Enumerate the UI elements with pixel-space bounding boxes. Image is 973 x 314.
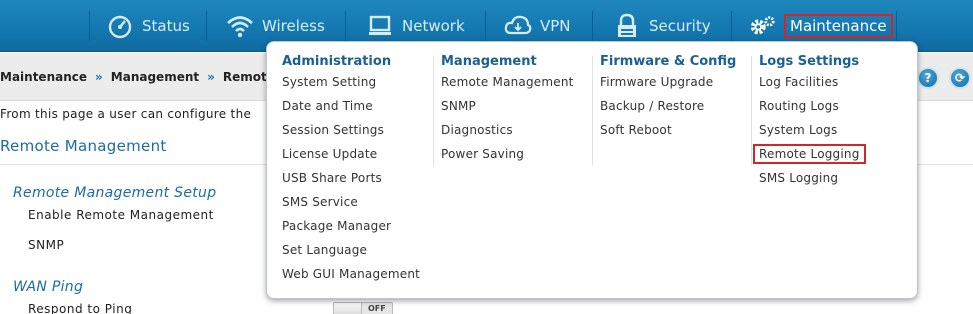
menu-heading: Administration bbox=[282, 54, 392, 69]
help-button[interactable]: ? bbox=[917, 67, 939, 89]
breadcrumb: Maintenance»Management»Remote Man bbox=[0, 70, 308, 84]
menu-item-firmware-upgrade[interactable]: Firmware Upgrade bbox=[600, 74, 736, 98]
nav-maintenance-label: Maintenance bbox=[784, 14, 893, 38]
menu-column-firmware-config: Firmware & Config Firmware Upgrade Backu… bbox=[600, 54, 736, 146]
menu-item-sms-service[interactable]: SMS Service bbox=[282, 194, 420, 218]
cloud-icon bbox=[504, 12, 532, 40]
page-description: From this page a user can configure the bbox=[0, 107, 252, 121]
menu-item-package-manager[interactable]: Package Manager bbox=[282, 218, 420, 242]
lock-icon bbox=[613, 12, 641, 40]
menu-column-divider bbox=[751, 56, 752, 166]
menu-item-soft-reboot[interactable]: Soft Reboot bbox=[600, 122, 736, 146]
menu-heading: Logs Settings bbox=[759, 54, 860, 69]
respond-to-ping-label: Respond to Ping bbox=[28, 302, 133, 314]
menu-heading: Management bbox=[441, 54, 537, 69]
setup-heading: Remote Management Setup bbox=[13, 185, 217, 201]
menu-item-diagnostics[interactable]: Diagnostics bbox=[441, 122, 574, 146]
menu-item-date-and-time[interactable]: Date and Time bbox=[282, 98, 420, 122]
nav-divider bbox=[896, 11, 897, 41]
menu-item-remote-management[interactable]: Remote Management bbox=[441, 74, 574, 98]
snmp-label: SNMP bbox=[28, 238, 65, 252]
nav-divider bbox=[592, 11, 593, 41]
nav-divider bbox=[731, 11, 732, 41]
menu-column-divider bbox=[592, 56, 593, 166]
gears-icon bbox=[748, 12, 776, 40]
menu-item-snmp[interactable]: SNMP bbox=[441, 98, 574, 122]
breadcrumb-separator: » bbox=[95, 70, 103, 84]
menu-column-logs-settings: Logs Settings Log Facilities Routing Log… bbox=[753, 54, 866, 194]
refresh-icon: ⟳ bbox=[954, 71, 966, 85]
nav-network-label: Network bbox=[402, 17, 465, 35]
monitor-icon bbox=[366, 12, 394, 40]
nav-divider bbox=[89, 11, 90, 41]
menu-column-management: Management Remote Management SNMP Diagno… bbox=[441, 54, 574, 170]
nav-security-label: Security bbox=[649, 17, 711, 35]
menu-item-system-setting[interactable]: System Setting bbox=[282, 74, 420, 98]
menu-item-remote-logging-label: Remote Logging bbox=[753, 144, 866, 164]
page-title: Remote Management bbox=[0, 137, 167, 155]
menu-item-sms-logging[interactable]: SMS Logging bbox=[759, 170, 866, 194]
menu-column-divider bbox=[433, 56, 434, 166]
breadcrumb-item[interactable]: Management bbox=[111, 70, 199, 84]
breadcrumb-item[interactable]: Maintenance bbox=[0, 70, 87, 84]
nav-divider bbox=[345, 11, 346, 41]
enable-remote-label: Enable Remote Management bbox=[28, 208, 214, 222]
nav-status-label: Status bbox=[142, 17, 190, 35]
menu-column-administration: Administration System Setting Date and T… bbox=[282, 54, 420, 290]
gauge-icon bbox=[106, 12, 134, 40]
menu-item-backup-restore[interactable]: Backup / Restore bbox=[600, 98, 736, 122]
nav-status[interactable]: Status bbox=[106, 0, 190, 52]
menu-item-system-logs[interactable]: System Logs bbox=[759, 122, 866, 146]
menu-item-remote-logging[interactable]: Remote Logging bbox=[753, 144, 866, 170]
wifi-icon bbox=[226, 12, 254, 40]
menu-item-web-gui-management[interactable]: Web GUI Management bbox=[282, 266, 420, 290]
nav-divider bbox=[206, 11, 207, 41]
menu-item-routing-logs[interactable]: Routing Logs bbox=[759, 98, 866, 122]
menu-item-power-saving[interactable]: Power Saving bbox=[441, 146, 574, 170]
maintenance-dropdown-menu: Administration System Setting Date and T… bbox=[266, 41, 918, 299]
refresh-button[interactable]: ⟳ bbox=[949, 67, 971, 89]
menu-item-usb-share-ports[interactable]: USB Share Ports bbox=[282, 170, 420, 194]
help-icon: ? bbox=[924, 71, 932, 85]
menu-item-log-facilities[interactable]: Log Facilities bbox=[759, 74, 866, 98]
wan-ping-heading: WAN Ping bbox=[13, 279, 84, 295]
nav-wireless-label: Wireless bbox=[262, 17, 325, 35]
toggle-knob bbox=[334, 303, 362, 314]
respond-ping-toggle[interactable]: OFF bbox=[333, 302, 393, 314]
menu-item-session-settings[interactable]: Session Settings bbox=[282, 122, 420, 146]
toggle-state: OFF bbox=[368, 304, 386, 313]
breadcrumb-separator: » bbox=[207, 70, 215, 84]
nav-vpn-label: VPN bbox=[540, 17, 571, 35]
menu-heading: Firmware & Config bbox=[600, 54, 737, 69]
menu-item-license-update[interactable]: License Update bbox=[282, 146, 420, 170]
nav-divider bbox=[485, 11, 486, 41]
menu-item-set-language[interactable]: Set Language bbox=[282, 242, 420, 266]
